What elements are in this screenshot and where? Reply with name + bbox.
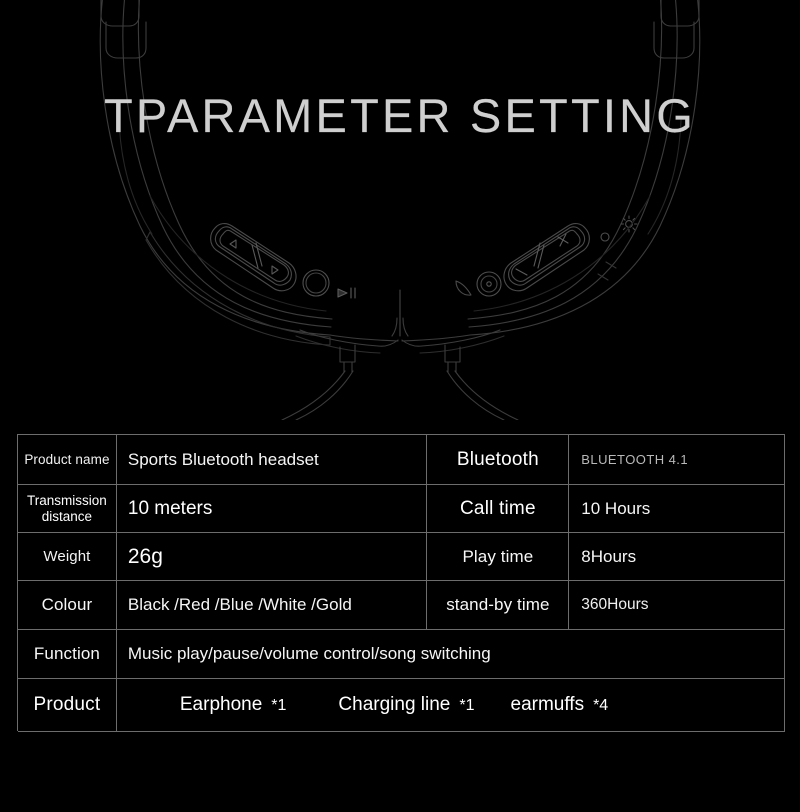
row-value-function: Music play/pause/volume control/song swi…	[127, 644, 491, 663]
product-item-charging-line: Charging line *1	[338, 694, 474, 716]
table-row: Function Music play/pause/volume control…	[18, 630, 785, 679]
row-value-stand-by-time: 360Hours	[581, 596, 649, 613]
product-item-name: earmuffs	[510, 694, 585, 715]
table-row: Weight 26g Play time 8Hours	[18, 533, 785, 581]
page-title: TPARAMETER SETTING	[103, 89, 697, 142]
row-label-colour: Colour	[18, 581, 117, 629]
row-value-colour: Black /Red /Blue /White /Gold	[117, 581, 428, 629]
product-item-name: Earphone	[179, 694, 263, 715]
product-item-qty: *1	[271, 697, 287, 714]
row-label-play-time: Play time	[427, 533, 570, 580]
row-label-call-time: Call time	[427, 485, 570, 532]
row-value-call-time: 10 Hours	[581, 498, 651, 518]
product-item-qty: *1	[459, 697, 475, 714]
headset-line-art	[99, 0, 701, 420]
row-value-weight: 26g	[117, 533, 428, 580]
table-row: Product name Sports Bluetooth headset Bl…	[18, 435, 785, 485]
row-label-function: Function	[18, 630, 117, 678]
row-label-stand-by-time: stand-by time	[427, 581, 570, 629]
row-label-bluetooth: Bluetooth	[427, 435, 570, 484]
product-item-qty: *4	[593, 697, 609, 714]
row-value-product-contents: Earphone *1 Charging line *1 earmuffs *4	[117, 679, 784, 731]
hero-banner: TPARAMETER SETTING	[0, 0, 800, 420]
table-row: Colour Black /Red /Blue /White /Gold sta…	[18, 581, 785, 630]
table-row: Product Earphone *1 Charging line *1 ear…	[18, 679, 785, 732]
specification-table: Product name Sports Bluetooth headset Bl…	[17, 434, 785, 732]
row-value-bluetooth: BLUETOOTH 4.1	[581, 452, 689, 467]
product-item-name: Charging line	[338, 694, 451, 715]
row-value-play-time: 8Hours	[581, 546, 637, 566]
row-label-line-1: Transmission	[27, 492, 107, 508]
row-value-transmission-distance: 10 meters	[117, 485, 428, 532]
table-row: Transmission distance 10 meters Call tim…	[18, 485, 785, 533]
product-item-earphone: Earphone *1	[180, 694, 287, 716]
row-label-weight: Weight	[18, 533, 117, 580]
row-label-transmission-distance: Transmission distance	[18, 485, 117, 532]
product-item-earmuffs: earmuffs *4	[511, 694, 609, 716]
row-value-product-name: Sports Bluetooth headset	[117, 435, 428, 484]
row-label-line-2: distance	[41, 508, 93, 524]
row-label-product-name: Product name	[18, 435, 117, 484]
row-label-product-contents: Product	[18, 679, 117, 731]
